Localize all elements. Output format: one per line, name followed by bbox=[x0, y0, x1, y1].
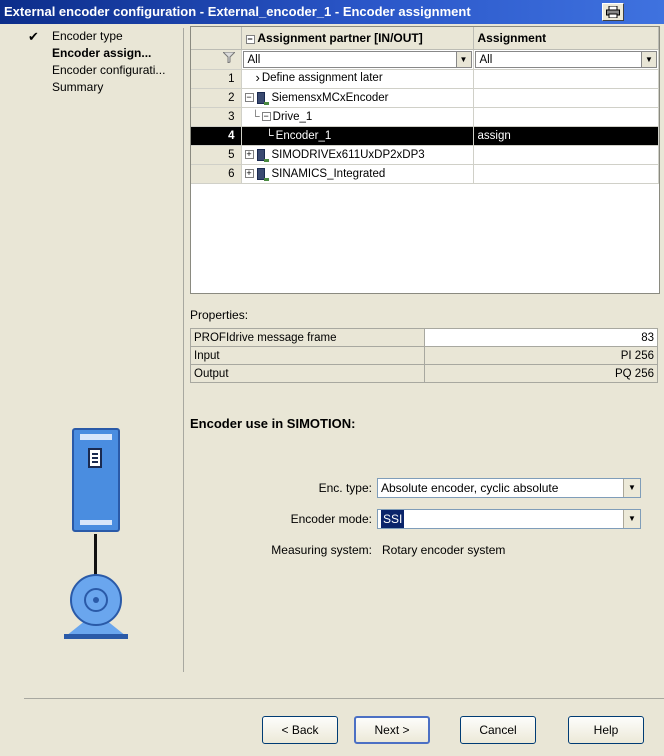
expand-icon[interactable]: + bbox=[244, 169, 254, 179]
row-number: 6 bbox=[191, 164, 242, 184]
column-header-assignment[interactable]: Assignment bbox=[473, 27, 659, 50]
filter-partner-cell: All ▼ bbox=[241, 49, 474, 70]
step-encoder-type[interactable]: ✔ Encoder type bbox=[28, 28, 178, 45]
assignment-cell[interactable] bbox=[473, 145, 659, 165]
step-label: Encoder type bbox=[52, 29, 123, 43]
table-row[interactable]: 2 − SiemensxMCxEncoder bbox=[191, 88, 659, 108]
wizard-steps: ✔ Encoder type Encoder assign... Encoder… bbox=[28, 28, 178, 96]
enc-type-label: Enc. type: bbox=[318, 481, 372, 495]
chevron-down-icon[interactable]: ▼ bbox=[623, 510, 640, 528]
filter-assignment-select[interactable]: All ▼ bbox=[474, 50, 657, 68]
step-label: Encoder assign... bbox=[52, 46, 152, 60]
step-label: Encoder configurati... bbox=[52, 63, 166, 77]
device-icon bbox=[256, 91, 269, 105]
property-value[interactable]: 83 bbox=[424, 328, 658, 347]
filter-row-icon-cell bbox=[191, 49, 242, 70]
assignment-cell[interactable] bbox=[473, 107, 659, 127]
chevron-down-icon[interactable]: ▼ bbox=[455, 51, 471, 67]
device-icon bbox=[256, 167, 269, 181]
assignment-cell[interactable]: assign bbox=[473, 126, 659, 146]
step-label: Summary bbox=[52, 80, 104, 94]
property-row: Input PI 256 bbox=[190, 346, 658, 365]
checkmark-icon: ✔ bbox=[28, 29, 39, 44]
table-row[interactable]: 1 › Define assignment later bbox=[191, 69, 659, 89]
measuring-system-value: Rotary encoder system bbox=[382, 543, 506, 557]
window-title: External encoder configuration - Externa… bbox=[4, 4, 471, 19]
back-button[interactable]: < Back bbox=[262, 716, 338, 744]
property-value: PQ 256 bbox=[424, 364, 658, 383]
encoder-motor-illustration bbox=[70, 574, 122, 626]
step-encoder-assignment[interactable]: Encoder assign... bbox=[28, 45, 178, 62]
column-header-partner[interactable]: − Assignment partner [IN/OUT] bbox=[241, 27, 474, 50]
property-name: Input bbox=[190, 346, 425, 365]
step-summary[interactable]: Summary bbox=[28, 79, 178, 96]
property-name: PROFIdrive message frame bbox=[190, 328, 425, 347]
divider-vertical bbox=[183, 28, 184, 672]
measuring-system-label: Measuring system: bbox=[271, 543, 372, 557]
drive-display-icon bbox=[88, 448, 102, 468]
assignment-cell[interactable] bbox=[473, 88, 659, 108]
enc-mode-label: Encoder mode: bbox=[290, 512, 372, 526]
window-title-bar: External encoder configuration - Externa… bbox=[0, 0, 664, 24]
partner-cell[interactable]: + SINAMICS_Integrated bbox=[241, 164, 474, 184]
device-icon bbox=[256, 148, 269, 162]
enc-mode-select[interactable]: SSI ▼ bbox=[377, 509, 641, 529]
cancel-button[interactable]: Cancel bbox=[460, 716, 536, 744]
table-row[interactable]: 6 + SINAMICS_Integrated bbox=[191, 164, 659, 184]
partner-cell[interactable]: › Define assignment later bbox=[241, 69, 474, 89]
table-row-selected[interactable]: 4 └ Encoder_1 assign bbox=[191, 126, 659, 146]
tree-line-icon: └ bbox=[265, 129, 274, 142]
chevron-right-icon: › bbox=[255, 70, 260, 85]
filter-partner-select[interactable]: All ▼ bbox=[242, 50, 472, 68]
row-number: 3 bbox=[191, 107, 242, 127]
row-number: 2 bbox=[191, 88, 242, 108]
table-row[interactable]: 3 └ − Drive_1 bbox=[191, 107, 659, 127]
properties-table: PROFIdrive message frame 83 Input PI 256… bbox=[190, 328, 658, 383]
chevron-down-icon[interactable]: ▼ bbox=[641, 51, 656, 67]
enc-type-select[interactable]: Absolute encoder, cyclic absolute ▼ bbox=[377, 478, 641, 498]
filter-assignment-cell: All ▼ bbox=[473, 49, 659, 70]
property-value: PI 256 bbox=[424, 346, 658, 365]
property-row: PROFIdrive message frame 83 bbox=[190, 328, 658, 347]
partner-cell[interactable]: − SiemensxMCxEncoder bbox=[241, 88, 474, 108]
step-encoder-configuration[interactable]: Encoder configurati... bbox=[28, 62, 178, 79]
expand-icon[interactable]: + bbox=[244, 150, 254, 160]
properties-label: Properties: bbox=[190, 308, 249, 322]
collapse-icon[interactable]: − bbox=[245, 34, 255, 44]
partner-cell[interactable]: └ − Drive_1 bbox=[241, 107, 474, 127]
printer-icon bbox=[606, 6, 620, 18]
drive-illustration bbox=[72, 428, 120, 532]
row-number: 4 bbox=[191, 126, 242, 146]
row-header-corner bbox=[191, 27, 242, 50]
row-number: 5 bbox=[191, 145, 242, 165]
print-button[interactable] bbox=[602, 3, 624, 21]
assignment-grid: − Assignment partner [IN/OUT] Assignment… bbox=[190, 26, 660, 294]
cable-illustration bbox=[94, 534, 97, 576]
collapse-icon[interactable]: − bbox=[244, 93, 254, 103]
motor-base-illustration bbox=[64, 634, 128, 639]
next-button[interactable]: Next > bbox=[354, 716, 430, 744]
chevron-down-icon[interactable]: ▼ bbox=[623, 479, 640, 497]
assignment-cell[interactable] bbox=[473, 69, 659, 89]
assignment-cell[interactable] bbox=[473, 164, 659, 184]
collapse-icon[interactable]: − bbox=[261, 112, 271, 121]
table-row[interactable]: 5 + SIMODRIVEx611UxDP2xDP3 bbox=[191, 145, 659, 165]
property-row: Output PQ 256 bbox=[190, 364, 658, 383]
help-button[interactable]: Help bbox=[568, 716, 644, 744]
section-title: Encoder use in SIMOTION: bbox=[190, 416, 356, 431]
partner-cell[interactable]: └ Encoder_1 bbox=[241, 126, 474, 146]
partner-cell[interactable]: + SIMODRIVEx611UxDP2xDP3 bbox=[241, 145, 474, 165]
filter-icon bbox=[221, 51, 236, 64]
divider-horizontal bbox=[24, 698, 664, 699]
tree-line-icon: └ bbox=[251, 110, 260, 123]
row-number: 1 bbox=[191, 69, 242, 89]
property-name: Output bbox=[190, 364, 425, 383]
